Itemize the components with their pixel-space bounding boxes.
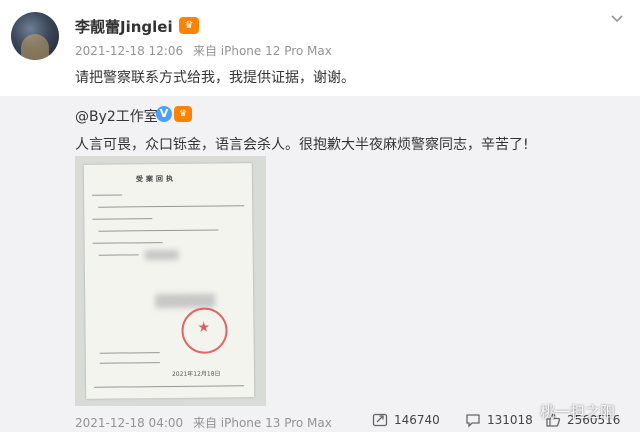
- user-avatar[interactable]: [11, 12, 59, 60]
- share-icon: [372, 413, 388, 427]
- post-username[interactable]: 李靓蕾Jinglei: [75, 16, 173, 37]
- repost-author[interactable]: @By2工作室: [75, 106, 158, 126]
- watermark-text: 桃一担之阳: [540, 403, 616, 421]
- post-text: 请把警察联系方式给我，我提供证据，谢谢。: [75, 70, 355, 86]
- post-meta: 2021-12-18 12:06 来自 iPhone 12 Pro Max: [75, 42, 338, 59]
- document-photo[interactable]: 受案回执 2021年12月18日: [75, 156, 266, 408]
- repost-text: 人言可畏，众口铄金，语言会杀人。很抱歉大半夜麻烦警察同志，辛苦了!: [75, 137, 529, 153]
- comment-count: 131018: [487, 413, 533, 427]
- repost-time[interactable]: 2021-12-18 04:00: [75, 416, 183, 430]
- vip-badge-icon: ♛: [174, 106, 192, 122]
- document-title: 受案回执: [135, 174, 176, 184]
- receipt-paper: 受案回执 2021年12月18日: [83, 163, 255, 399]
- repost-card: @By2工作室 V ♛ 人言可畏，众口铄金，语言会杀人。很抱歉大半夜麻烦警察同志…: [0, 96, 640, 408]
- comment-icon: [466, 414, 480, 428]
- chevron-down-icon[interactable]: [608, 10, 626, 28]
- document-date: 2021年12月18日: [171, 370, 221, 378]
- repost-meta: 2021-12-18 04:00 来自 iPhone 13 Pro Max: [75, 414, 338, 431]
- repost-source: 来自 iPhone 13 Pro Max: [192, 416, 332, 430]
- repost-count: 146740: [394, 413, 440, 427]
- post-source: 来自 iPhone 12 Pro Max: [192, 44, 332, 58]
- police-seal-icon: [181, 307, 228, 354]
- post-time[interactable]: 2021-12-18 12:06: [75, 44, 183, 58]
- vip-badge-icon: ♛: [179, 17, 199, 34]
- verified-icon: V: [156, 106, 172, 122]
- weibo-post: 李靓蕾Jinglei ♛ 2021-12-18 12:06 来自 iPhone …: [0, 0, 640, 96]
